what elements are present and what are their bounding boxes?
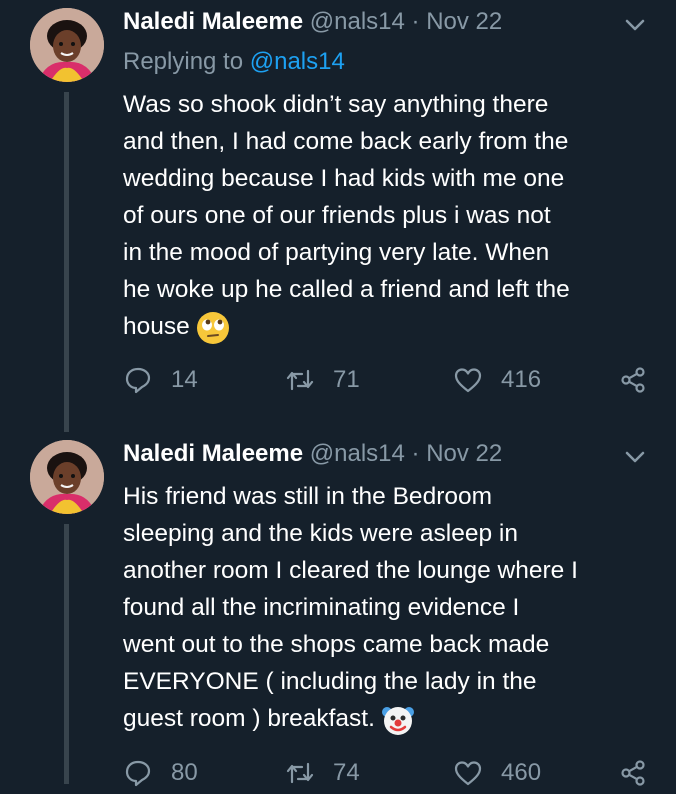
share-icon [621, 760, 645, 786]
tweet-text-line: house [123, 308, 653, 345]
reply-button[interactable]: 80 [123, 758, 198, 788]
like-count: 460 [501, 759, 542, 786]
tweet-1[interactable]: Naledi Maleeme @nals14 · Nov 22 Replying… [0, 0, 676, 432]
tweet-text-line: EVERYONE ( including the lady in the [123, 668, 537, 695]
like-count: 416 [501, 366, 542, 393]
tweet-text-line: wedding because I had kids with me one [123, 165, 565, 192]
author-name[interactable]: Naledi Maleeme [123, 8, 303, 35]
reply-button[interactable]: 14 [123, 365, 198, 395]
tweet-actions: 14 71 416 [123, 365, 663, 401]
retweet-button[interactable]: 74 [285, 758, 360, 788]
tweet-text-line: Was so shook didn’t say anything there [123, 91, 549, 118]
chevron-down-icon[interactable] [620, 10, 650, 40]
share-button[interactable] [618, 365, 648, 395]
tweet-date[interactable]: Nov 22 [426, 440, 502, 467]
tweet-text-line: he woke up he called a friend and left t… [123, 276, 570, 303]
author-name[interactable]: Naledi Maleeme [123, 440, 303, 467]
tweet-text-line: His friend was still in the Bedroom [123, 483, 493, 510]
face-with-rolling-eyes-icon [196, 311, 230, 345]
tweet-header: Naledi Maleeme @nals14 · Nov 22 [123, 440, 502, 468]
heart-icon [454, 761, 482, 786]
tweet-text: Was so shook didn’t say anything there a… [123, 86, 653, 345]
reply-icon [125, 367, 151, 394]
header-separator: · [411, 440, 420, 467]
reply-icon [125, 760, 151, 787]
like-button[interactable]: 416 [453, 365, 541, 395]
tweet-text-line: another room I cleared the lounge where … [123, 557, 578, 584]
tweet-text-line: and then, I had come back early from the [123, 128, 569, 155]
author-handle[interactable]: @nals14 [310, 440, 405, 467]
tweet-text-line: guest room ) breakfast. [123, 700, 653, 737]
thread-connector-line [64, 92, 69, 432]
tweet-text-line: of ours one of our friends plus i was no… [123, 202, 551, 229]
chevron-down-icon[interactable] [620, 442, 650, 472]
retweet-icon [286, 369, 314, 391]
tweet-text-line-last: guest room ) breakfast. [123, 705, 375, 732]
replying-to: Replying to @nals14 [123, 48, 345, 76]
tweet-actions: 80 74 460 [123, 758, 663, 794]
share-button[interactable] [618, 758, 648, 788]
share-icon [621, 367, 645, 393]
clown-face-icon [381, 703, 415, 737]
tweet-date[interactable]: Nov 22 [426, 8, 502, 35]
avatar-photo [30, 8, 104, 82]
retweet-button[interactable]: 71 [285, 365, 360, 395]
replying-to-mention[interactable]: @nals14 [250, 48, 345, 75]
tweet-header: Naledi Maleeme @nals14 · Nov 22 [123, 8, 502, 36]
retweet-count: 74 [333, 759, 360, 786]
avatar-photo [30, 440, 104, 514]
retweet-icon [286, 762, 314, 784]
tweet-text-line: went out to the shops came back made [123, 631, 550, 658]
like-button[interactable]: 460 [453, 758, 541, 788]
tweet-text-line-last: house [123, 313, 190, 340]
header-separator: · [411, 8, 420, 35]
retweet-count: 71 [333, 366, 360, 393]
thread-connector-line [64, 524, 69, 784]
reply-count: 80 [171, 759, 198, 786]
tweet-text-line: found all the incriminating evidence I [123, 594, 520, 621]
heart-icon [454, 368, 482, 393]
replying-to-label: Replying to [123, 48, 244, 75]
author-handle[interactable]: @nals14 [310, 8, 405, 35]
tweet-text-line: in the mood of partying very late. When [123, 239, 550, 266]
author-avatar[interactable] [30, 440, 104, 514]
tweet-text: His friend was still in the Bedroom slee… [123, 478, 653, 737]
author-avatar[interactable] [30, 8, 104, 82]
reply-count: 14 [171, 366, 198, 393]
tweet-text-line: sleeping and the kids were asleep in [123, 520, 518, 547]
tweet-2[interactable]: Naledi Maleeme @nals14 · Nov 22 His frie… [0, 432, 676, 787]
